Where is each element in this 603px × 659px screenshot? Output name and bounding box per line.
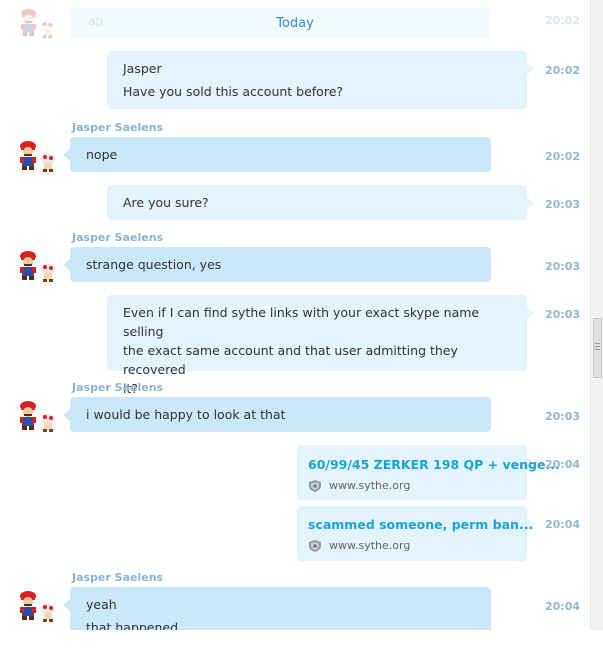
link-site[interactable]: www.sythe.org xyxy=(329,539,410,552)
chat-history: ap 20:02 Today Jasper Have you sold this… xyxy=(0,0,590,630)
incoming-message: i would be happy to look at that xyxy=(70,397,491,432)
message-line: Are you sure? xyxy=(123,195,209,210)
bubble-tail xyxy=(63,409,70,421)
message-line: the exact same account and that user adm… xyxy=(123,343,458,377)
shield-icon xyxy=(308,479,322,493)
message-line: that happened xyxy=(86,620,179,630)
mario-avatar-icon xyxy=(17,248,57,284)
outgoing-message: Even if I can find sythe links with your… xyxy=(107,295,527,396)
bubble-tail xyxy=(527,63,534,75)
link-title[interactable]: scammed someone, perm ban... xyxy=(308,517,533,532)
bubble-tail xyxy=(63,149,70,161)
mario-avatar-icon xyxy=(17,138,57,174)
bubble-tail xyxy=(63,599,70,611)
incoming-message: strange question, yes xyxy=(70,247,491,282)
message-line: strange question, yes xyxy=(86,257,222,272)
message-time: 20:04 xyxy=(545,600,581,613)
message-line: Have you sold this account before? xyxy=(123,84,344,99)
link-title[interactable]: 60/99/45 ZERKER 198 QP + venge... xyxy=(308,457,560,472)
shield-icon xyxy=(308,539,322,553)
bottom-strip xyxy=(0,630,603,659)
message-time: 20:03 xyxy=(545,410,581,423)
vertical-scrollbar[interactable] xyxy=(590,0,603,630)
message-line: yeah xyxy=(86,597,117,612)
message-time: 20:02 xyxy=(545,150,581,163)
link-site[interactable]: www.sythe.org xyxy=(329,479,410,492)
message-time: 20:04 xyxy=(545,458,581,471)
message-time: 20:03 xyxy=(545,198,581,211)
outgoing-message: Are you sure? xyxy=(107,185,527,220)
mario-avatar-icon xyxy=(17,588,57,624)
mario-avatar-icon xyxy=(17,398,57,434)
scrollbar-thumb[interactable] xyxy=(593,318,602,378)
message-line: it? xyxy=(123,381,139,396)
incoming-message: nope xyxy=(70,137,491,172)
sender-name: Jasper Saelens xyxy=(72,571,164,584)
sender-name: Jasper Saelens xyxy=(72,121,164,134)
date-separator: Today xyxy=(276,16,314,31)
message-line: Even if I can find sythe links with your… xyxy=(123,305,480,339)
message-time: 20:03 xyxy=(545,260,581,273)
outgoing-message: Jasper Have you sold this account before… xyxy=(107,51,527,109)
bubble-tail xyxy=(527,307,534,319)
message-time: 20:03 xyxy=(545,308,581,321)
sender-name: Jasper Saelens xyxy=(72,231,164,244)
message-time: 20:02 xyxy=(545,64,581,77)
incoming-message: yeah that happened xyxy=(70,587,491,630)
message-line: nope xyxy=(86,147,118,162)
sender-name: Jasper Saelens xyxy=(72,381,164,394)
bubble-tail xyxy=(63,259,70,271)
message-line: i would be happy to look at that xyxy=(86,407,286,422)
link-preview-card[interactable] xyxy=(297,506,527,561)
message-time: 20:04 xyxy=(545,518,581,531)
message-line: Jasper xyxy=(123,61,162,76)
bubble-tail xyxy=(527,197,534,209)
